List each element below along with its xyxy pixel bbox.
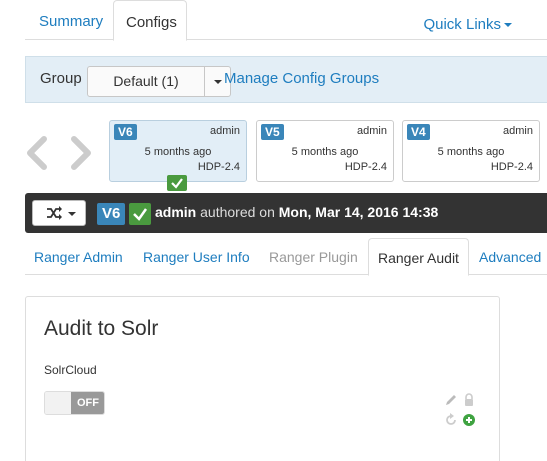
version-stack: HDP-2.4 — [490, 161, 533, 173]
check-icon — [129, 203, 151, 225]
version-date: 5 months ago — [144, 146, 212, 158]
version-author: admin — [210, 125, 240, 137]
version-badge: V5 — [261, 124, 284, 140]
solrcloud-toggle[interactable]: OFF — [44, 391, 105, 415]
config-group-bar: Group Default (1) Manage Config Groups — [25, 56, 547, 103]
quick-links-dropdown[interactable]: Quick Links — [423, 0, 512, 50]
group-label: Group — [40, 70, 82, 87]
version-badge: V6 — [114, 124, 137, 140]
version-stack: HDP-2.4 — [197, 161, 240, 173]
authored-on-text: authored on — [200, 204, 275, 220]
tab-ranger-plugin[interactable]: Ranger Plugin — [269, 238, 358, 275]
lock-icon — [465, 393, 473, 406]
version-card-v5[interactable]: V5 admin 5 months ago HDP-2.4 — [256, 120, 394, 182]
current-version-bar: V6 admin authored on Mon, Mar 14, 2016 1… — [25, 193, 547, 233]
plus-circle-icon[interactable] — [462, 413, 476, 427]
manage-config-groups-link[interactable]: Manage Config Groups — [224, 70, 379, 87]
version-author: admin — [503, 125, 533, 137]
version-stack: HDP-2.4 — [344, 161, 387, 173]
pencil-icon[interactable] — [444, 393, 458, 407]
tab-ranger-user-info[interactable]: Ranger User Info — [143, 238, 250, 275]
current-version-badge: V6 — [97, 203, 126, 225]
tab-advanced[interactable]: Advanced — [479, 238, 541, 275]
version-date: 5 months ago — [291, 146, 359, 158]
caret-down-icon — [504, 23, 512, 28]
service-config-tabs: Ranger Admin Ranger User Info Ranger Plu… — [25, 238, 547, 276]
author-name: admin — [155, 204, 197, 220]
quick-links-label: Quick Links — [423, 16, 501, 33]
top-tab-bar: Summary Configs Quick Links — [25, 0, 547, 41]
authored-datetime: Mon, Mar 14, 2016 14:38 — [278, 204, 439, 220]
audit-to-solr-panel: Audit to Solr SolrCloud OFF — [25, 296, 500, 461]
caret-down-icon — [68, 212, 76, 216]
undo-icon[interactable] — [444, 413, 458, 427]
chevron-left-icon[interactable] — [24, 135, 50, 171]
toggle-track — [45, 392, 71, 414]
tab-configs[interactable]: Configs — [113, 0, 187, 41]
compare-dropdown-button[interactable] — [32, 200, 86, 226]
version-date: 5 months ago — [437, 146, 505, 158]
chevron-right-icon[interactable] — [68, 135, 94, 171]
current-version-check-icon — [167, 175, 187, 191]
tab-ranger-admin[interactable]: Ranger Admin — [34, 238, 123, 275]
authored-info: admin authored on Mon, Mar 14, 2016 14:3… — [155, 204, 438, 220]
version-card-v6[interactable]: V6 admin 5 months ago HDP-2.4 — [109, 120, 247, 182]
version-card-v4[interactable]: V4 admin 5 months ago HDP-2.4 — [402, 120, 540, 182]
caret-down-icon — [214, 80, 222, 84]
tab-ranger-audit[interactable]: Ranger Audit — [368, 238, 469, 276]
version-badge: V4 — [407, 124, 430, 140]
panel-title: Audit to Solr — [44, 317, 159, 340]
solrcloud-label: SolrCloud — [44, 363, 97, 377]
tab-summary[interactable]: Summary — [27, 0, 115, 41]
shuffle-icon — [47, 206, 62, 220]
toggle-off-label: OFF — [71, 392, 104, 414]
group-select-button[interactable]: Default (1) — [87, 66, 205, 97]
version-author: admin — [357, 125, 387, 137]
